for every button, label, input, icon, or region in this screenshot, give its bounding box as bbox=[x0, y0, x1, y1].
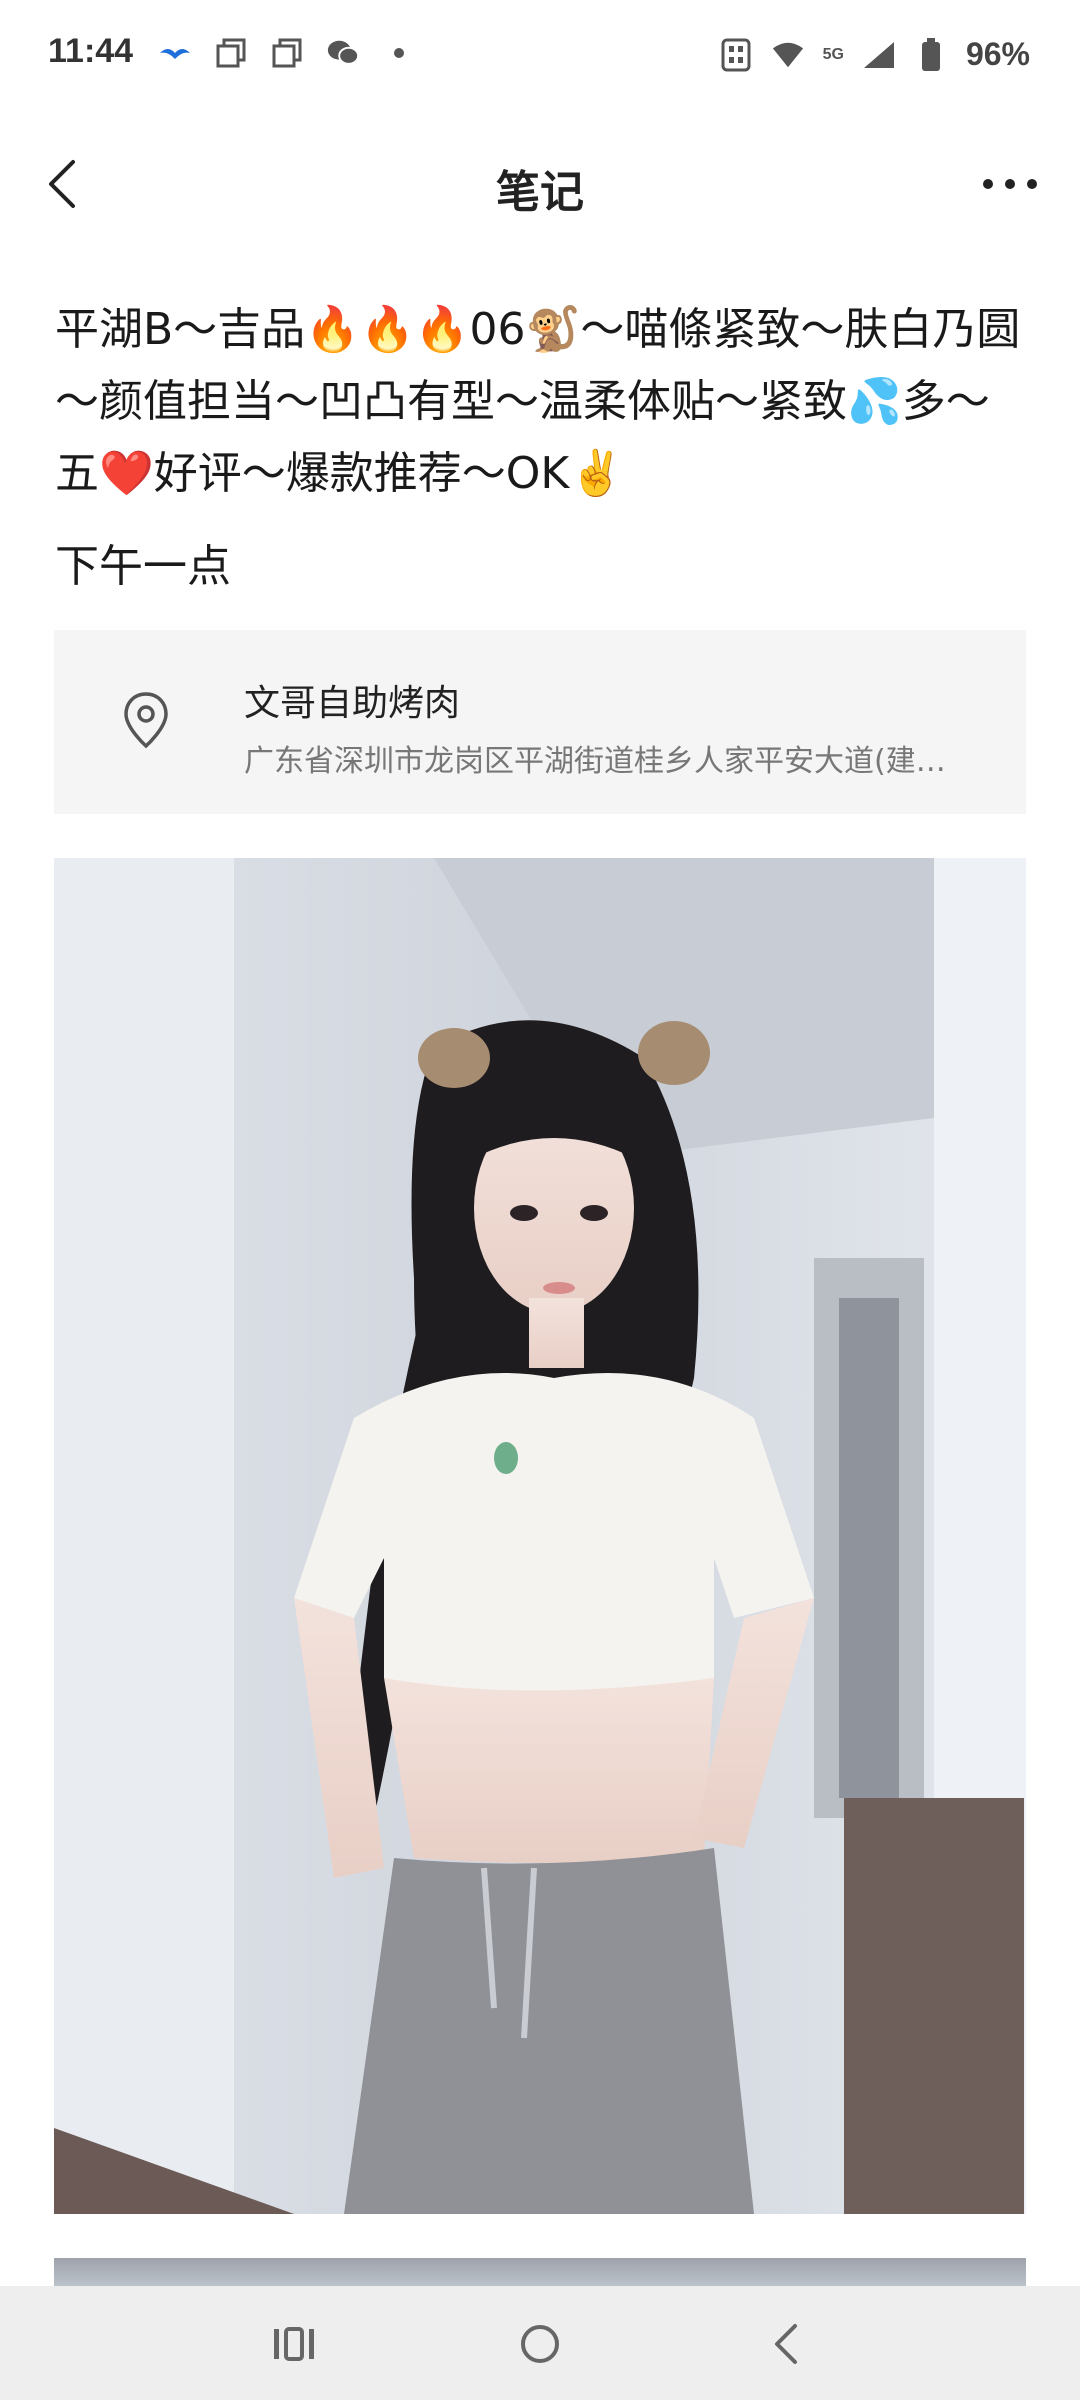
note-body: 平湖B～吉品🔥🔥🔥06🐒～喵條紧致～肤白乃圆～颜值担当～凹凸有型～温柔体贴～紧致… bbox=[55, 304, 1021, 499]
home-icon bbox=[521, 2325, 559, 2363]
page-title: 笔记 bbox=[496, 167, 584, 218]
more-dots-icon bbox=[983, 179, 1037, 189]
dot-icon bbox=[382, 36, 416, 70]
recents-icon bbox=[274, 2327, 314, 2361]
more-button[interactable] bbox=[970, 152, 1050, 216]
status-time: 11:44 bbox=[48, 32, 134, 70]
location-name: 文哥自助烤肉 bbox=[244, 683, 461, 724]
battery-percent: 96% bbox=[965, 36, 1030, 72]
nav-home-button[interactable] bbox=[500, 2316, 580, 2372]
wechat-icon bbox=[326, 36, 360, 70]
network-label: 5G bbox=[822, 45, 844, 63]
copy-app-icon bbox=[214, 36, 248, 70]
signal-icon bbox=[862, 38, 896, 72]
back-icon bbox=[775, 2324, 797, 2364]
bird-app-icon bbox=[158, 36, 192, 70]
status-bar: 11:44 5G 96% bbox=[0, 0, 1080, 112]
header: 笔记 bbox=[0, 128, 1080, 240]
copy-app-icon bbox=[270, 36, 304, 70]
location-card[interactable]: 文哥自助烤肉 广东省深圳市龙岗区平湖街道桂乡人家平安大道(建… bbox=[54, 630, 1026, 814]
battery-icon bbox=[914, 37, 948, 72]
location-address: 广东省深圳市龙岗区平湖街道桂乡人家平安大道(建… bbox=[244, 744, 946, 779]
next-photo-preview bbox=[54, 2258, 1026, 2288]
nav-recents-button[interactable] bbox=[254, 2316, 334, 2372]
nfc-icon bbox=[719, 38, 753, 72]
location-pin-icon bbox=[124, 692, 168, 749]
nav-back-button[interactable] bbox=[746, 2316, 826, 2372]
wifi-icon bbox=[771, 38, 805, 72]
notification-icons bbox=[158, 36, 416, 70]
system-status-icons: 5G 96% bbox=[719, 36, 1030, 73]
photo-illustration bbox=[54, 858, 1026, 2214]
note-time-text: 下午一点 bbox=[55, 541, 231, 592]
note-photo[interactable] bbox=[54, 858, 1026, 2214]
system-nav-bar bbox=[0, 2286, 1080, 2400]
